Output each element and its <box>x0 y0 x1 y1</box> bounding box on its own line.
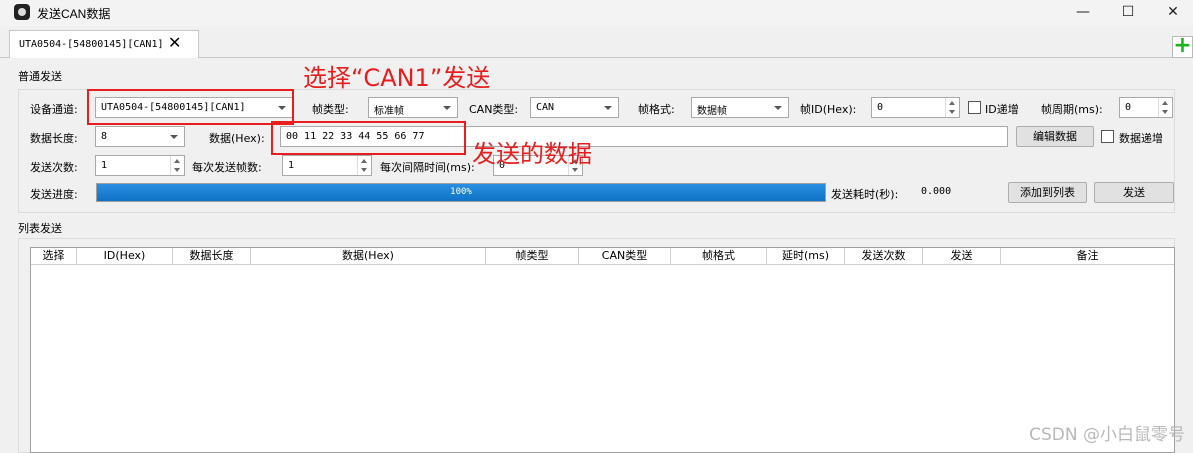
chevron-down-icon <box>170 135 178 139</box>
down-arrow-icon <box>361 168 367 172</box>
id-increment-label: ID递增 <box>985 103 1019 116</box>
send-count-spinbox[interactable]: 1 <box>95 155 185 176</box>
column-header-select[interactable]: 选择 <box>31 248 77 265</box>
frame-type-select[interactable]: 标准帧 <box>368 97 458 118</box>
tab-label: UTA0504-[54800145][CAN1] <box>19 39 164 50</box>
spin-buttons[interactable] <box>357 156 371 175</box>
maximize-button[interactable]: ☐ <box>1105 0 1151 26</box>
chevron-down-icon <box>774 106 782 110</box>
minimize-button[interactable]: — <box>1060 0 1106 26</box>
send-count-value: 1 <box>101 160 108 171</box>
frame-id-label: 帧ID(Hex): <box>800 103 857 116</box>
channel-label: 设备通道: <box>30 103 78 116</box>
column-header-delay[interactable]: 延时(ms) <box>767 248 845 265</box>
up-arrow-icon <box>361 159 367 163</box>
send-button[interactable]: 发送 <box>1094 182 1174 203</box>
spin-buttons[interactable] <box>170 156 184 175</box>
elapsed-label: 发送耗时(秒): <box>831 188 899 201</box>
data-increment-label: 数据递增 <box>1119 132 1163 145</box>
data-increment-checkbox[interactable] <box>1101 130 1114 143</box>
column-header-send[interactable]: 发送 <box>923 248 1001 265</box>
frames-per-send-spinbox[interactable]: 1 <box>282 155 372 176</box>
window-title: 发送CAN数据 <box>37 7 111 21</box>
normal-send-group-label: 普通发送 <box>18 70 62 83</box>
add-to-list-button[interactable]: 添加到列表 <box>1008 182 1087 203</box>
frame-type-value: 标准帧 <box>374 106 404 117</box>
can-type-value: CAN <box>536 102 555 113</box>
up-arrow-icon <box>949 101 955 105</box>
close-button[interactable]: ✕ <box>1150 0 1193 26</box>
column-header-data-hex[interactable]: 数据(Hex) <box>251 248 486 265</box>
chevron-down-icon <box>443 106 451 110</box>
annotation-box-data <box>271 121 466 155</box>
frame-id-value: 0 <box>877 102 884 113</box>
tab-device[interactable]: UTA0504-[54800145][CAN1] ✕ <box>9 30 199 58</box>
down-arrow-icon <box>949 110 955 114</box>
can-type-label: CAN类型: <box>469 103 519 116</box>
frame-period-value: 0 <box>1125 102 1132 113</box>
send-count-label: 发送次数: <box>30 161 78 174</box>
send-progress-bar: 100% <box>96 183 826 202</box>
column-header-id[interactable]: ID(Hex) <box>77 248 173 265</box>
table-header: 选择 ID(Hex) 数据长度 数据(Hex) 帧类型 CAN类型 帧格式 延时… <box>31 248 1174 265</box>
data-length-value: 8 <box>101 131 108 142</box>
spin-buttons[interactable] <box>1158 98 1172 117</box>
down-arrow-icon <box>1162 110 1168 114</box>
app-icon <box>14 4 30 20</box>
up-arrow-icon <box>174 159 180 163</box>
frame-period-spinbox[interactable]: 0 <box>1119 97 1173 118</box>
tab-close-icon[interactable]: ✕ <box>168 33 181 52</box>
progress-text: 100% <box>450 187 472 197</box>
add-tab-button[interactable]: + <box>1172 35 1193 58</box>
interval-label: 每次间隔时间(ms): <box>380 161 475 174</box>
id-increment-checkbox[interactable] <box>968 101 981 114</box>
list-send-group-label: 列表发送 <box>18 222 62 235</box>
frame-format-value: 数据帧 <box>697 106 727 117</box>
annotation-box-channel <box>87 89 294 125</box>
annotation-select-channel: 选择“CAN1”发送 <box>303 64 491 92</box>
elapsed-value: 0.000 <box>921 186 952 197</box>
frame-format-label: 帧格式: <box>638 103 675 116</box>
column-header-send-count[interactable]: 发送次数 <box>845 248 923 265</box>
down-arrow-icon <box>174 168 180 172</box>
frames-per-send-label: 每次发送帧数: <box>192 161 262 174</box>
title-bar: 发送CAN数据 — ☐ ✕ <box>0 0 1193 26</box>
column-header-data-length[interactable]: 数据长度 <box>173 248 251 265</box>
frames-per-send-value: 1 <box>288 160 295 171</box>
column-header-frame-type[interactable]: 帧类型 <box>486 248 579 265</box>
up-arrow-icon <box>1162 101 1168 105</box>
frame-type-label: 帧类型: <box>312 103 349 116</box>
can-type-select[interactable]: CAN <box>530 97 619 118</box>
send-list-table[interactable]: 选择 ID(Hex) 数据长度 数据(Hex) 帧类型 CAN类型 帧格式 延时… <box>30 247 1175 453</box>
column-header-frame-format[interactable]: 帧格式 <box>671 248 767 265</box>
annotation-send-data: 发送的数据 <box>472 140 592 168</box>
chevron-down-icon <box>604 106 612 110</box>
frame-format-select[interactable]: 数据帧 <box>691 97 789 118</box>
data-length-label: 数据长度: <box>30 132 78 145</box>
data-hex-label: 数据(Hex): <box>209 132 265 145</box>
watermark: CSDN @小白鼠零号 <box>1029 425 1185 445</box>
data-length-select[interactable]: 8 <box>95 126 185 147</box>
column-header-can-type[interactable]: CAN类型 <box>579 248 671 265</box>
edit-data-button[interactable]: 编辑数据 <box>1016 126 1094 147</box>
column-header-notes[interactable]: 备注 <box>1001 248 1174 265</box>
spin-buttons[interactable] <box>945 98 959 117</box>
frame-id-spinbox[interactable]: 0 <box>871 97 960 118</box>
progress-label: 发送进度: <box>30 188 78 201</box>
frame-period-label: 帧周期(ms): <box>1041 103 1103 116</box>
